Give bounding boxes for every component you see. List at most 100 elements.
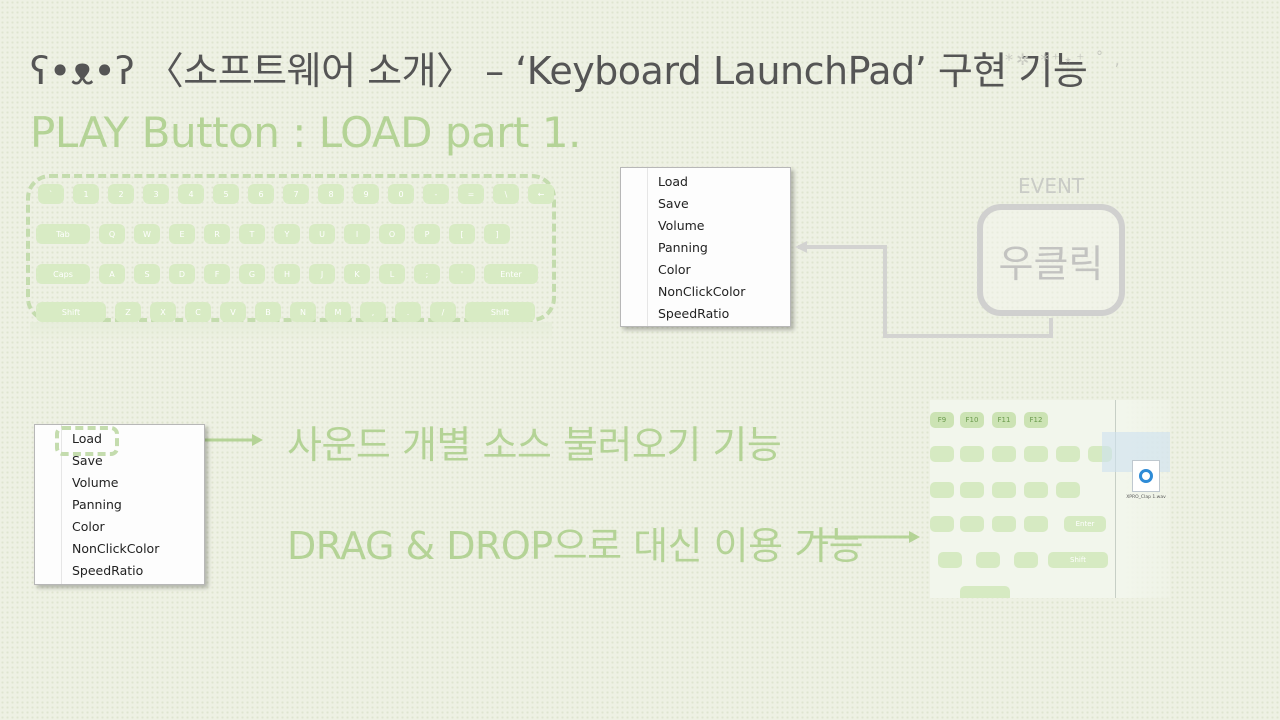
keyboard-key: D [169,264,195,284]
screenshot-key: F10 [960,412,984,428]
menu-item-color[interactable]: Color [658,262,691,277]
menu-item-panning[interactable]: Panning [658,240,708,255]
load-feature-description: 사운드 개별 소스 불러오기 기능 [287,423,782,467]
event-right-click-box: 우클릭 [977,204,1125,316]
section-subtitle: PLAY Button : LOAD part 1. [30,108,581,157]
menu-item-nonclickcolor[interactable]: NonClickColor [72,541,159,556]
screenshot-key [960,586,1010,598]
wav-file-name: XPRO_Clap 1.wav [1126,495,1166,500]
screenshot-key [1014,552,1038,568]
menu-item-panning[interactable]: Panning [72,497,122,512]
keyboard-key: A [99,264,125,284]
keyboard-key: Shift [36,302,106,322]
keyboard-key: L [379,264,405,284]
screenshot-key [960,516,984,532]
keyboard-key: G [239,264,265,284]
keyboard-key: 8 [318,184,344,204]
keyboard-key: J [309,264,335,284]
keyboard-key: I [344,224,370,244]
menu-item-load[interactable]: Load [658,174,688,189]
keyboard-key: 1 [73,184,99,204]
screenshot-key [930,516,954,532]
keyboard-key: ' [449,264,475,284]
keyboard-key: H [274,264,300,284]
keyboard-key: 5 [213,184,239,204]
keyboard-key: M [325,302,351,322]
keyboard-key: \ [493,184,519,204]
screenshot-key [960,446,984,462]
event-label: EVENT [1018,174,1085,198]
keyboard-key: . [395,302,421,322]
sparkle-decoration: *✲ *⁺⋆⁺ ˚ , [1005,50,1123,69]
audio-file-icon [1132,460,1160,492]
screenshot-key [930,482,954,498]
screenshot-key [1024,516,1048,532]
keyboard-key: 7 [283,184,309,204]
menu-icon-gutter [647,168,648,326]
keyboard-key: C [185,302,211,322]
keyboard-key: U [309,224,335,244]
keyboard-key: O [379,224,405,244]
screenshot-key: F12 [1024,412,1048,428]
keyboard-key: / [430,302,456,322]
keyboard-key: R [204,224,230,244]
screenshot-key [938,552,962,568]
keyboard-key: 6 [248,184,274,204]
screenshot-key [992,446,1016,462]
menu-item-color[interactable]: Color [72,519,105,534]
wav-file[interactable]: XPRO_Clap 1.wav [1125,460,1167,506]
keyboard-key: Y [274,224,300,244]
keyboard-key: Z [115,302,141,322]
explorer-panel-divider [1115,400,1116,598]
keyboard-key: ; [414,264,440,284]
menu-item-speedratio[interactable]: SpeedRatio [658,306,729,321]
menu-item-save[interactable]: Save [658,196,689,211]
keyboard-key: V [220,302,246,322]
keyboard-key: 3 [143,184,169,204]
screenshot-key [976,552,1000,568]
screenshot-key [1056,446,1080,462]
screenshot-key: F11 [992,412,1016,428]
keyboard-key: T [239,224,265,244]
screenshot-key: Enter [1064,516,1106,532]
screenshot-key [960,482,984,498]
menu-item-volume[interactable]: Volume [658,218,705,233]
keyboard-key: W [134,224,160,244]
keyboard-key: 9 [353,184,379,204]
keyboard-key: = [458,184,484,204]
page-title: ʕ•ᴥ•ʔ 〈소프트웨어 소개〉 – ‘Keyboard LaunchPad’ … [30,49,1088,93]
keyboard-key: Enter [484,264,538,284]
keyboard-key: - [423,184,449,204]
keyboard-key: Q [99,224,125,244]
menu-item-volume[interactable]: Volume [72,475,119,490]
keyboard-key: Caps [36,264,90,284]
context-menu-right-click: Load Save Volume Panning Color NonClickColor S… [620,167,791,327]
keyboard-key: K [344,264,370,284]
keyboard-key: ← [528,184,554,204]
menu-item-nonclickcolor[interactable]: NonClickColor [658,284,745,299]
keyboard-key: 2 [108,184,134,204]
keyboard-key: ] [484,224,510,244]
keyboard-key: ` [38,184,64,204]
keyboard-key: Tab [36,224,90,244]
keyboard-key: , [360,302,386,322]
keyboard-key: 0 [388,184,414,204]
keyboard-key: 4 [178,184,204,204]
keyboard-key: B [255,302,281,322]
menu-item-speedratio[interactable]: SpeedRatio [72,563,143,578]
screenshot-key [992,482,1016,498]
keyboard-key: S [134,264,160,284]
keyboard-key: X [150,302,176,322]
load-item-highlight [55,426,119,456]
drag-drop-description: DRAG & DROP으로 대신 이용 가능 [287,524,864,568]
keyboard-key: [ [449,224,475,244]
screenshot-key [1024,482,1048,498]
keyboard-key: Shift [465,302,535,322]
keyboard-key: E [169,224,195,244]
keyboard-illustration: ` 1 2 3 4 5 6 7 8 9 0- = \ ← Tab Q W E R T Y U I O P [] Caps A S D F G H… [26,174,556,322]
screenshot-key: F9 [930,412,954,428]
screenshot-key [992,516,1016,532]
drag-drop-screenshot: Shift Enter F12 F11 F10 F9 XPRO_Clap 1.wav [930,400,1170,598]
screenshot-key [1056,482,1080,498]
screenshot-key: Shift [1048,552,1108,568]
